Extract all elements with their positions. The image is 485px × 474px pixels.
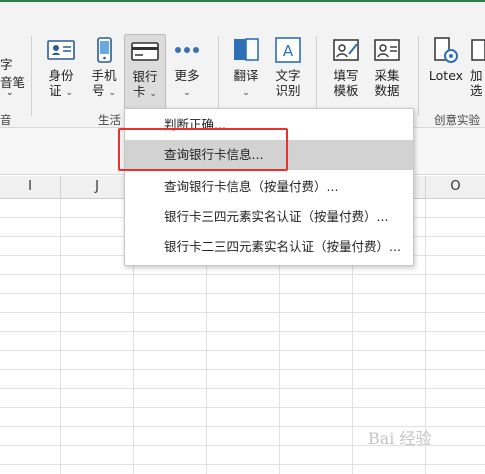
ribbon-separator: [316, 36, 317, 116]
lotex-label: Lotex: [428, 68, 464, 83]
id-card-button[interactable]: 身份 证 ⌄: [44, 36, 78, 108]
bank-card-label-2: 卡 ⌄: [132, 84, 158, 99]
mobile-phone-icon: [90, 36, 118, 64]
svg-text:A: A: [283, 42, 294, 60]
highlight-annotation-box: [118, 128, 288, 171]
add-icon: [470, 36, 485, 64]
id-card-label-2: 证 ⌄: [48, 83, 74, 98]
group-label-creative: 创意实验: [434, 113, 480, 127]
translate-icon: [232, 36, 260, 64]
template-person-icon: [332, 36, 360, 64]
fill-template-label: 填写: [333, 68, 359, 83]
lotex-gear-icon: [432, 36, 460, 64]
column-header-o[interactable]: O: [426, 176, 485, 198]
menu-item-two-three-four-element-auth[interactable]: 银行卡二三四元素实名认证（按量付费）...: [125, 232, 413, 262]
collect-data-button[interactable]: 采集 数据: [370, 36, 404, 108]
bank-card-label: 银行: [132, 69, 158, 84]
bank-card-icon: [131, 37, 159, 65]
fill-template-button[interactable]: 填写 模板: [329, 36, 363, 108]
data-card-icon: [373, 36, 401, 64]
chevron-down-icon: ⌄: [242, 88, 250, 98]
add-label: 加: [470, 68, 483, 83]
more-button[interactable]: 更多 ⌄: [170, 36, 204, 108]
group-label-audio: 音: [0, 113, 12, 127]
phone-label: 手机: [91, 68, 117, 83]
menu-item-query-bank-card-info-paid[interactable]: 查询银行卡信息（按量付费）...: [125, 172, 413, 202]
more-dots-icon: [173, 36, 201, 64]
text-recognition-icon: A: [274, 36, 302, 64]
menu-item-three-four-element-auth[interactable]: 银行卡三四元素实名认证（按量付费）...: [125, 202, 413, 232]
phone-number-button[interactable]: 手机 号 ⌄: [87, 36, 121, 108]
add-button-partial[interactable]: 加 选: [470, 36, 485, 108]
translate-label: 翻译: [233, 68, 259, 83]
ribbon-separator: [31, 36, 32, 116]
ocr-label-2: 识别: [275, 83, 301, 98]
id-card-label: 身份: [48, 68, 74, 83]
chevron-down-icon: ⌄: [183, 88, 191, 98]
id-card-icon: [47, 36, 75, 64]
group-label-life: 生活: [98, 113, 121, 127]
partial-button-label-1[interactable]: 字: [0, 54, 13, 73]
column-header-i[interactable]: I: [0, 176, 61, 198]
collect-label: 采集: [374, 68, 400, 83]
phone-label-2: 号 ⌄: [91, 83, 117, 98]
watermark: Bai 经验: [368, 429, 432, 448]
translate-button[interactable]: 翻译 ⌄: [229, 36, 263, 108]
fill-template-label-2: 模板: [333, 83, 359, 98]
bank-card-button[interactable]: 银行 卡 ⌄: [124, 34, 166, 110]
lotex-button[interactable]: Lotex: [427, 36, 465, 108]
ocr-label: 文字: [275, 68, 301, 83]
add-label-2: 选: [470, 83, 483, 98]
text-recognition-button[interactable]: A 文字 识别: [271, 36, 305, 108]
ribbon-separator: [418, 36, 419, 116]
chevron-down-icon: ⌄: [6, 88, 14, 98]
ribbon-separator: [218, 36, 219, 116]
more-label: 更多: [174, 68, 200, 83]
collect-label-2: 数据: [374, 83, 400, 98]
